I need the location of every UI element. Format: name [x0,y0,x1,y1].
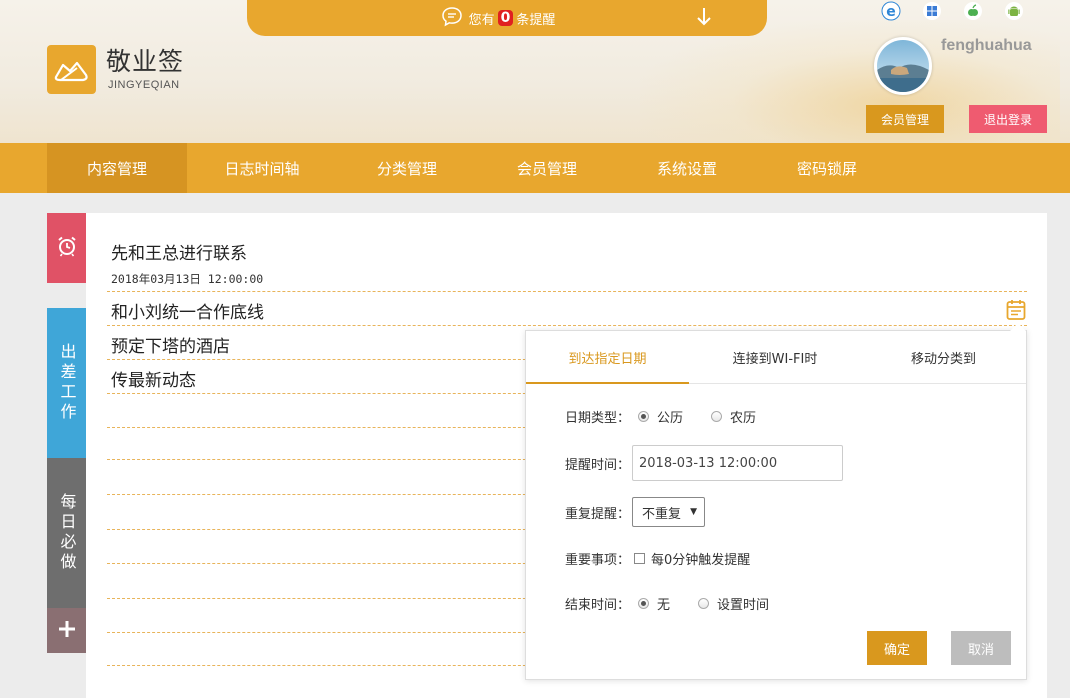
notification-bar[interactable]: 您有 0 条提醒 [247,0,767,36]
sidebar-item-daily-tasks[interactable]: 每日必做 [47,458,86,608]
notification-prefix: 您有 [468,12,495,28]
popup-caret [1010,323,1026,331]
remind-time-input[interactable] [632,445,844,481]
add-category-button[interactable] [47,608,86,653]
tab-wifi-connect[interactable]: 连接到WI-FI时 [689,331,861,383]
nav-category-management[interactable]: 分类管理 [337,143,477,193]
radio-solar-label: 公历 [657,411,684,426]
radio-end-none[interactable] [638,598,650,609]
list-item[interactable]: 先和王总进行联系 [111,239,247,264]
user-avatar[interactable] [874,37,932,95]
repeat-label: 重复提醒： [565,506,631,522]
sidebar: 出差工作 每日必做 [47,213,86,653]
list-item[interactable]: 传最新动态 [111,366,196,391]
username: fenghuahua [941,37,1032,54]
app-title: 敬业签 [106,47,185,76]
remind-time-row: 提醒时间： [565,445,844,481]
cancel-button[interactable]: 取消 [951,631,1011,665]
arrow-down-icon[interactable] [695,6,713,32]
divider [107,325,1027,326]
repeat-select[interactable]: 不重复 ▼ [632,497,706,527]
nav-member-management[interactable]: 会员管理 [477,143,617,193]
repeat-select-value: 不重复 [642,506,682,522]
nav-system-settings[interactable]: 系统设置 [617,143,757,193]
logo-icon [47,45,96,94]
important-checkbox[interactable] [634,553,646,564]
end-time-row: 结束时间： 无 设置时间 [565,594,769,613]
date-type-row: 日期类型： 公历 农历 [565,407,756,426]
calendar-icon[interactable] [1006,299,1026,325]
radio-solar[interactable] [638,411,650,422]
important-label: 重要事项： [565,553,631,568]
date-type-label: 日期类型： [565,411,631,426]
tab-move-category[interactable]: 移动分类到 [861,331,1026,383]
main-nav: 内容管理 日志时间轴 分类管理 会员管理 系统设置 密码锁屏 [0,143,1070,193]
notification-suffix: 条提醒 [516,12,556,28]
divider [107,291,1027,292]
platform-links: e [880,0,1025,22]
important-row: 重要事项： 每0分钟触发提醒 [565,549,750,568]
repeat-row: 重复提醒： 不重复 ▼ [565,497,706,527]
confirm-button[interactable]: 确定 [867,631,927,665]
radio-lunar-label: 农历 [730,411,757,426]
nav-content-management[interactable]: 内容管理 [47,143,187,193]
radio-lunar[interactable] [711,411,723,422]
plus-icon [58,620,75,641]
alarm-clock-icon [56,235,78,261]
nav-log-timeline[interactable]: 日志时间轴 [187,143,337,193]
sidebar-item-business-trip[interactable]: 出差工作 [47,308,86,458]
android-icon[interactable] [1003,0,1025,22]
remind-time-label: 提醒时间： [565,457,631,473]
svg-text:e: e [886,4,896,20]
list-item[interactable]: 预定下塔的酒店 [111,332,230,357]
radio-end-set-time-label: 设置时间 [717,598,770,613]
notification-count: 0 [497,10,514,26]
popup-tabs: 到达指定日期 连接到WI-FI时 移动分类到 [526,331,1026,384]
tab-specified-date[interactable]: 到达指定日期 [526,331,689,384]
radio-end-none-label: 无 [657,598,671,613]
header: 您有 0 条提醒 敬业签 JINGYEQIAN e fenghuahua 会员管… [0,0,1070,143]
nav-lock-screen[interactable]: 密码锁屏 [757,143,897,193]
member-management-button[interactable]: 会员管理 [866,105,944,133]
apple-icon[interactable] [962,0,984,22]
chat-bubble-icon [440,5,464,33]
notification-text: 您有 0 条提醒 [468,9,556,28]
radio-end-set-time[interactable] [698,598,710,609]
caret-down-icon: ▼ [690,507,698,517]
sidebar-reminders[interactable] [47,213,86,283]
list-item-date: 2018年03月13日 12:00:00 [111,272,264,286]
reminder-popup: 到达指定日期 连接到WI-FI时 移动分类到 日期类型： 公历 农历 提醒时间：… [525,323,1027,680]
logout-button[interactable]: 退出登录 [969,105,1047,133]
list-item[interactable]: 和小刘统一合作底线 [111,298,264,323]
windows-icon[interactable] [921,0,943,22]
app-subtitle: JINGYEQIAN [108,79,180,91]
ie-icon[interactable]: e [880,0,902,22]
end-time-label: 结束时间： [565,598,631,613]
important-checkbox-label: 每0分钟触发提醒 [651,553,751,568]
